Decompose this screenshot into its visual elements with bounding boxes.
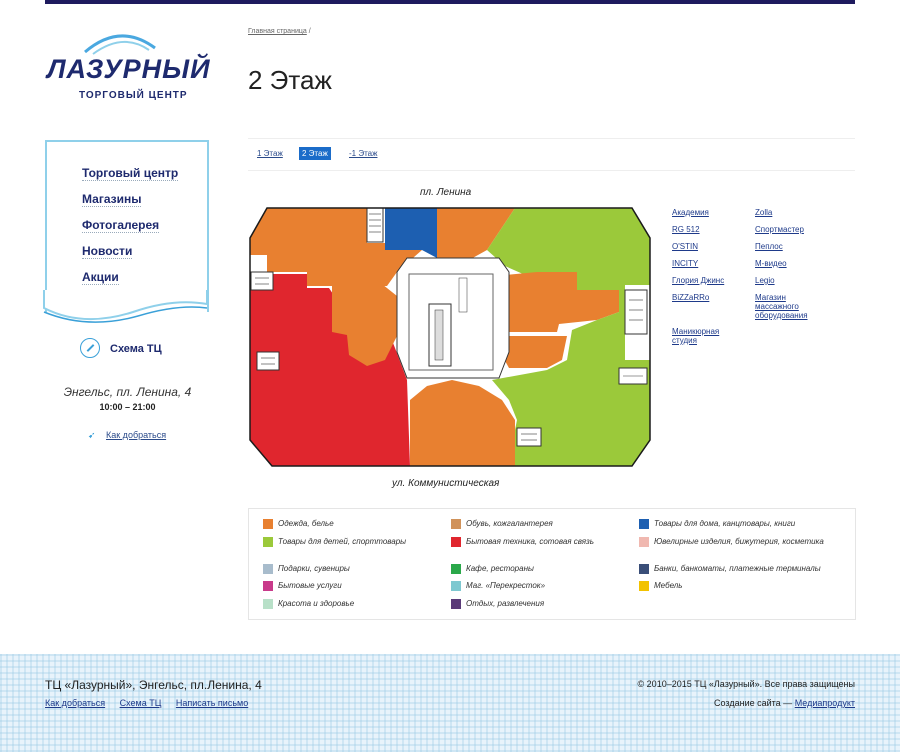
route-icon: ➹ <box>88 430 96 440</box>
opening-hours: 10:00 – 21:00 <box>99 402 156 412</box>
breadcrumb: Главная страница / <box>248 28 311 35</box>
footer-link-route[interactable]: Как добраться <box>45 698 105 708</box>
breadcrumb-separator: / <box>308 28 311 35</box>
logo[interactable]: ЛАЗУРНЫЙ ТОРГОВЫЙ ЦЕНТР <box>45 28 210 108</box>
tab-floor-2[interactable]: 2 Этаж <box>299 147 331 160</box>
street-label-bottom: ул. Коммунистическая <box>392 478 500 489</box>
legend-swatch <box>639 564 649 574</box>
store-link[interactable]: RG 512 <box>672 225 700 234</box>
compass-icon <box>80 338 100 358</box>
legend-swatch <box>451 581 461 591</box>
legend-swatch <box>263 564 273 574</box>
legend-swatch <box>263 599 273 609</box>
nav-item-shops[interactable]: Магазины <box>82 192 142 207</box>
store-link[interactable]: Пеплос <box>755 242 783 251</box>
logo-name: ЛАЗУРНЫЙ <box>47 54 211 84</box>
store-link[interactable]: INCITY <box>672 259 698 268</box>
store-link[interactable]: Академия <box>672 208 709 217</box>
tab-floor-1[interactable]: 1 Этаж <box>254 147 286 160</box>
atrium <box>396 257 510 379</box>
legend: Одежда, белье Обувь, кожгалантерея Товар… <box>248 508 856 620</box>
store-link[interactable]: Магазин массажного оборудования <box>755 293 825 320</box>
divider <box>248 170 855 171</box>
legend-swatch <box>263 581 273 591</box>
footer-link-write[interactable]: Написать письмо <box>176 698 248 708</box>
store-link[interactable]: Маникюрная студия <box>672 327 732 345</box>
address: Энгельс, пл. Ленина, 4 <box>63 385 192 399</box>
top-bar <box>45 0 855 4</box>
page-title: 2 Этаж <box>248 65 332 96</box>
legend-swatch <box>639 519 649 529</box>
nav-item-promos[interactable]: Акции <box>82 270 119 285</box>
footer-links: Как добраться Схема ТЦ Написать письмо <box>45 698 260 708</box>
footer-credit-link[interactable]: Медиапродукт <box>795 698 855 708</box>
store-link[interactable]: BiZZaRRo <box>672 293 709 302</box>
logo-subtitle: ТОРГОВЫЙ ЦЕНТР <box>79 90 188 101</box>
legend-swatch <box>263 537 273 547</box>
route-link[interactable]: ➹ Как добраться <box>88 430 166 441</box>
store-link[interactable]: O'STIN <box>672 242 698 251</box>
footer-credit: Создание сайта — Медиапродукт <box>714 698 855 708</box>
zone-clothing-top-center[interactable] <box>437 208 462 260</box>
schema-label: Схема ТЦ <box>110 343 162 355</box>
nav-item-gallery[interactable]: Фотогалерея <box>82 218 160 233</box>
store-link[interactable]: Глория Джинс <box>672 276 724 285</box>
footer-credit-prefix: Создание сайта — <box>714 698 793 708</box>
floor-plan <box>249 207 651 467</box>
route-link-text[interactable]: Как добраться <box>106 430 166 440</box>
legend-swatch <box>451 599 461 609</box>
store-link[interactable]: Legio <box>755 276 775 285</box>
legend-swatch <box>639 537 649 547</box>
footer-title: ТЦ «Лазурный», Энгельс, пл.Ленина, 4 <box>45 678 262 692</box>
legend-swatch <box>263 519 273 529</box>
nav-item-news[interactable]: Новости <box>82 244 133 259</box>
legend-swatch <box>451 537 461 547</box>
store-link[interactable]: Zolla <box>755 208 772 217</box>
sidebar-wave <box>43 290 208 323</box>
street-label-top: пл. Ленина <box>420 187 472 198</box>
footer: ТЦ «Лазурный», Энгельс, пл.Ленина, 4 Как… <box>0 654 900 752</box>
legend-swatch <box>451 564 461 574</box>
tab-floor-minus-1[interactable]: -1 Этаж <box>346 147 380 160</box>
nav-item-mall[interactable]: Торговый центр <box>82 166 179 181</box>
divider <box>248 138 855 139</box>
sidebar-nav: Торговый центр Магазины Фотогалерея Ново… <box>45 140 209 312</box>
store-link[interactable]: М-видео <box>755 259 787 268</box>
store-link[interactable]: Спортмастер <box>755 225 804 234</box>
legend-swatch <box>451 519 461 529</box>
breadcrumb-home[interactable]: Главная страница <box>248 28 307 35</box>
footer-link-schema[interactable]: Схема ТЦ <box>120 698 162 708</box>
legend-swatch <box>639 581 649 591</box>
footer-copyright: © 2010–2015 ТЦ «Лазурный». Все права защ… <box>637 679 855 689</box>
